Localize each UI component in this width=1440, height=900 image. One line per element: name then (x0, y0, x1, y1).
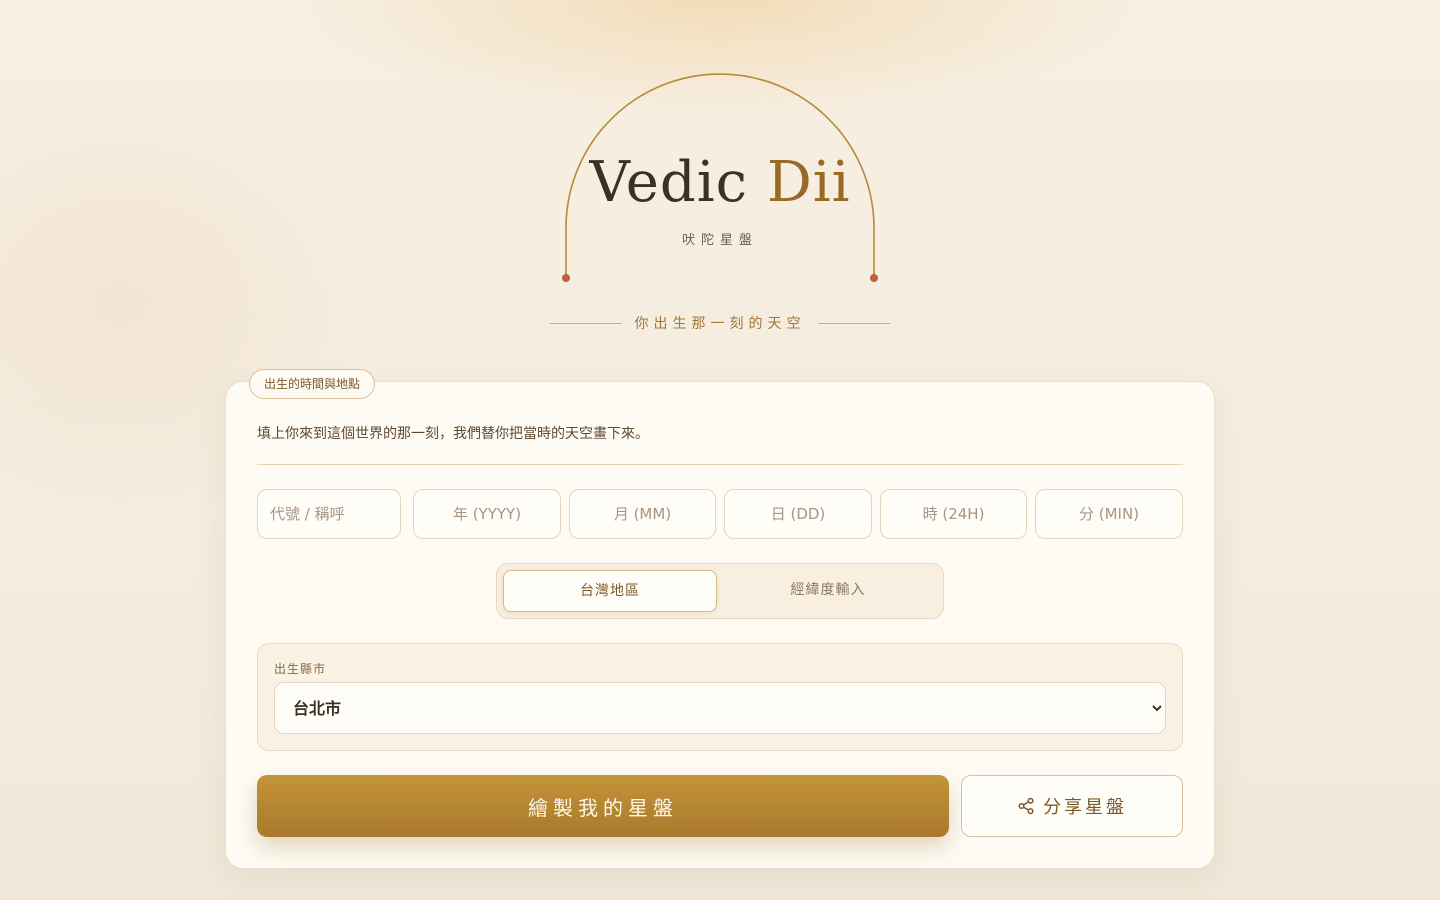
share-icon (1018, 797, 1034, 815)
tagline-row: 你出生那一刻的天空 (550, 311, 890, 335)
form-section-tag: 出生的時間與地點 (249, 369, 376, 399)
city-label: 出生縣市 (274, 662, 327, 676)
arch-right-dot (870, 274, 878, 282)
year-input[interactable] (413, 489, 561, 539)
hero-header: Vedic Dii 吠陀星盤 你出生那一刻的天空 (0, 0, 1440, 360)
tagline-left-line (550, 322, 622, 324)
nickname-input[interactable] (257, 489, 401, 539)
city-select[interactable]: 台北市 (274, 682, 1166, 734)
brand-title-main: Vedic (589, 150, 767, 215)
day-input[interactable] (724, 489, 872, 539)
share-chart-label: 分享星盤 (1043, 797, 1127, 818)
share-chart-button[interactable]: 分享星盤 (961, 775, 1183, 837)
month-input[interactable] (569, 489, 716, 539)
form-divider (257, 464, 1183, 465)
tagline-right-line (818, 322, 890, 324)
brand-title-accent: Dii (766, 150, 851, 215)
draw-chart-button[interactable]: 繪製我的星盤 (257, 775, 949, 837)
tagline-text: 你出生那一刻的天空 (634, 316, 806, 332)
tab-latlon-input[interactable]: 經緯度輸入 (721, 570, 935, 612)
tab-taiwan-region[interactable]: 台灣地區 (503, 570, 717, 612)
arch-left-dot (562, 274, 570, 282)
brand-title: Vedic Dii (0, 148, 1440, 218)
location-mode-toggle: 台灣地區 經緯度輸入 (496, 563, 944, 619)
minute-input[interactable] (1035, 489, 1183, 539)
hour-input[interactable] (880, 489, 1027, 539)
form-intro-text: 填上你來到這個世界的那一刻，我們替你把當時的天空畫下來。 (257, 426, 649, 442)
brand-subtitle: 吠陀星盤 (681, 233, 758, 248)
